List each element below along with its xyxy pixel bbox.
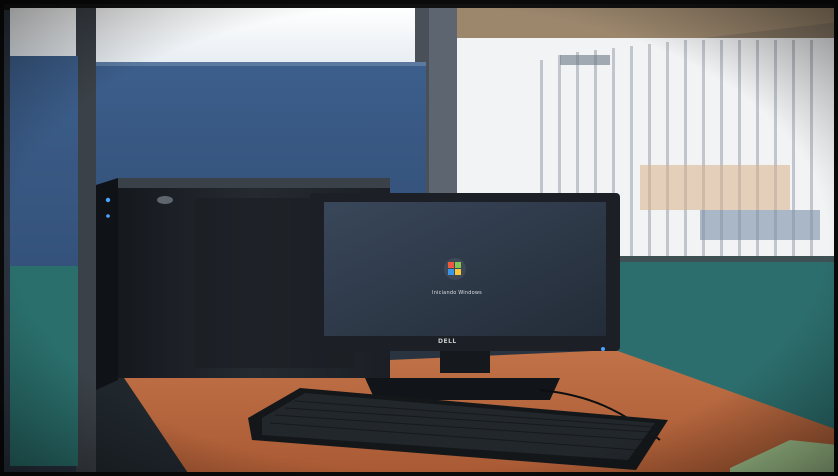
- monitor-boot-text: Iniciando Windows: [432, 290, 482, 296]
- photo-scene: Iniciando Windows DELL: [0, 0, 838, 476]
- office-desk-photo: [0, 0, 838, 476]
- vignette-overlay: [0, 0, 838, 476]
- monitor-brand-logo: DELL: [438, 338, 457, 345]
